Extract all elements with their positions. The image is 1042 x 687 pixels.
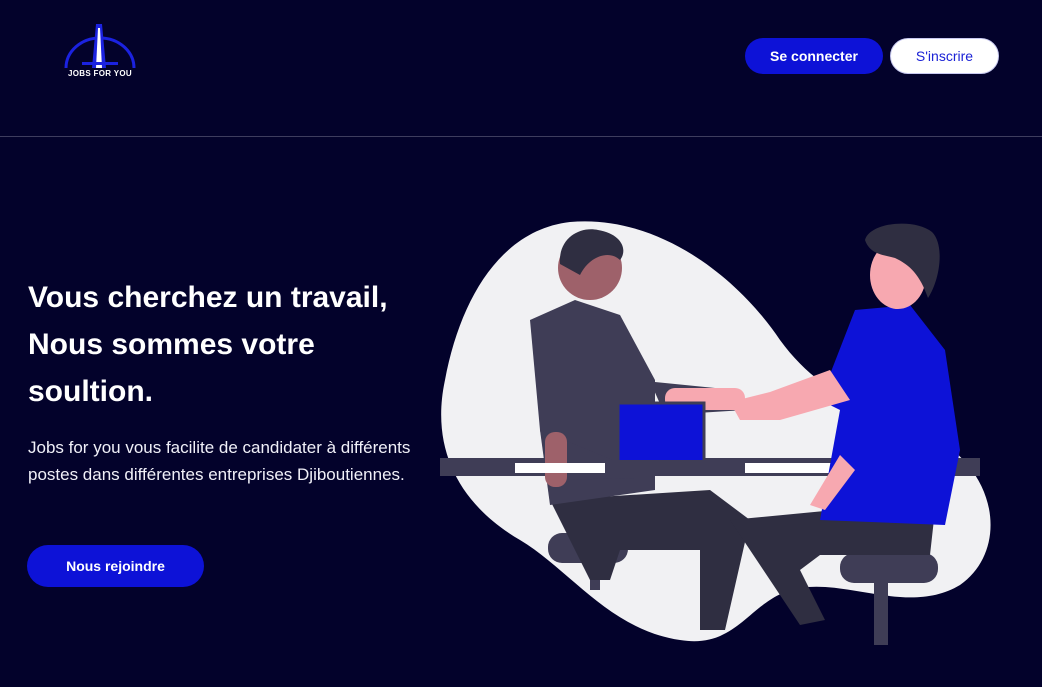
- join-button[interactable]: Nous rejoindre: [27, 545, 204, 587]
- header: JOBS FOR YOU Se connecter S'inscrire: [0, 0, 1042, 137]
- signup-button[interactable]: S'inscrire: [890, 38, 999, 74]
- login-button[interactable]: Se connecter: [745, 38, 883, 74]
- hero-title: Vous cherchez un travail, Nous sommes vo…: [28, 281, 388, 408]
- hero-description: Jobs for you vous facilite de candidater…: [28, 438, 411, 484]
- handshake-illustration: [440, 221, 991, 645]
- logo-text: JOBS FOR YOU: [68, 69, 132, 78]
- logo[interactable]: JOBS FOR YOU: [58, 22, 142, 84]
- laptop-screen: [616, 401, 706, 465]
- tower-logo-icon: [64, 24, 136, 69]
